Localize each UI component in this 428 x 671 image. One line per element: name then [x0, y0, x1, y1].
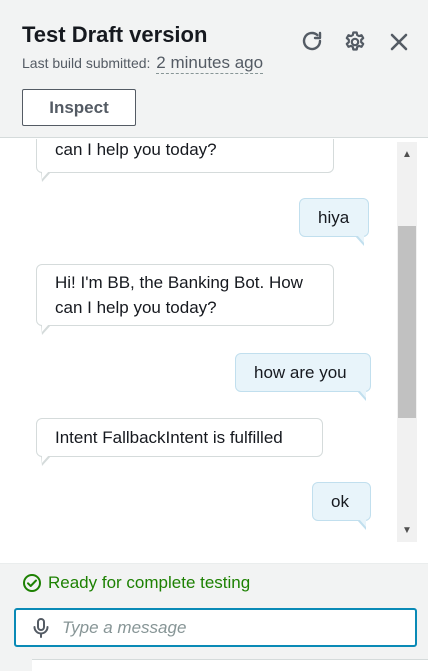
- chat-transcript: can I help you today? hiya Hi! I'm BB, t…: [0, 139, 428, 543]
- close-button[interactable]: [385, 28, 413, 56]
- message-text: ok: [331, 492, 349, 511]
- message-input[interactable]: [62, 612, 402, 644]
- message-text: how are you: [254, 363, 347, 382]
- scroll-thumb[interactable]: [398, 226, 416, 418]
- build-time[interactable]: 2 minutes ago: [156, 53, 264, 74]
- chat-footer: Ready for complete testing: [0, 563, 428, 671]
- testing-status-text: Ready for complete testing: [48, 573, 251, 592]
- message-text: can I help you today?: [55, 140, 217, 159]
- testing-status: Ready for complete testing: [22, 573, 250, 593]
- settings-button[interactable]: [341, 28, 369, 56]
- user-message: how are you: [235, 353, 371, 401]
- user-message: hiya: [299, 198, 369, 246]
- bot-message: can I help you today?: [36, 139, 334, 182]
- message-text: Hi! I'm BB, the Banking Bot. How: [55, 273, 303, 292]
- build-status-label: Last build submitted:: [22, 55, 151, 71]
- refresh-button[interactable]: [298, 28, 326, 56]
- close-icon: [390, 33, 408, 51]
- footer-divider: [32, 659, 428, 671]
- refresh-icon: [302, 31, 322, 51]
- bot-message: Hi! I'm BB, the Banking Bot. How can I h…: [36, 264, 334, 335]
- settings-icon: [345, 31, 365, 51]
- panel-title: Test Draft version: [22, 22, 208, 47]
- inspect-button[interactable]: Inspect: [22, 89, 136, 126]
- user-message: ok: [312, 482, 371, 530]
- message-text: Intent FallbackIntent is fulfilled: [55, 428, 283, 447]
- microphone-icon[interactable]: [32, 618, 50, 638]
- chat-scrollbar[interactable]: ▲ ▼: [397, 142, 417, 542]
- scroll-down-arrow[interactable]: ▼: [397, 518, 417, 542]
- check-circle-icon: [23, 574, 41, 592]
- message-text: can I help you today?: [55, 298, 217, 317]
- message-text: hiya: [318, 208, 350, 227]
- build-status: Last build submitted: 2 minutes ago: [22, 53, 264, 74]
- bot-message: Intent FallbackIntent is fulfilled: [36, 418, 323, 466]
- scroll-up-arrow[interactable]: ▲: [397, 142, 417, 166]
- message-input-box[interactable]: [14, 608, 417, 647]
- test-panel-header: Test Draft version Last build submitted:…: [0, 0, 428, 138]
